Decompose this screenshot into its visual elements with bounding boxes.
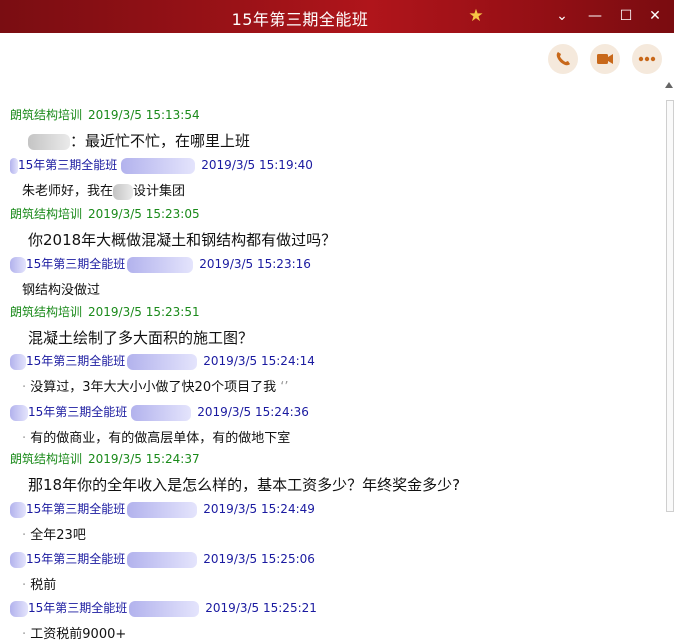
- message-text: ：最近忙不忙，在哪里上班: [28, 130, 250, 151]
- video-icon: [597, 54, 613, 64]
- message-meta: 15年第三期全能班 2019/3/5 15:24:14: [10, 352, 315, 370]
- sender-name: 15年第三期全能班: [28, 601, 128, 615]
- avatar: [10, 353, 26, 370]
- message-time: 2019/3/5 15:13:54: [88, 108, 200, 122]
- message-time: 2019/3/5 15:24:36: [197, 405, 309, 419]
- message-text: 钢结构没做过: [22, 283, 101, 298]
- sender-name: 15年第三期全能班: [26, 552, 126, 566]
- message-text: · 税前: [22, 578, 57, 593]
- phone-call-button[interactable]: [548, 44, 578, 74]
- window-title: 15年第三期全能班: [231, 10, 369, 29]
- message-meta: 朗筑结构培训 2019/3/5 15:23:51: [10, 303, 200, 320]
- message-meta: 朗筑结构培训 2019/3/5 15:13:54: [10, 106, 200, 123]
- sender-name: 15年第三期全能班: [26, 354, 126, 368]
- scrollbar[interactable]: [664, 78, 674, 643]
- message-meta: 15年第三期全能班 2019/3/5 15:23:16: [10, 255, 311, 273]
- message-text: · 全年23吧: [22, 528, 86, 543]
- message-time: 2019/3/5 15:24:49: [203, 502, 315, 516]
- avatar: [10, 157, 18, 174]
- message-meta: 15年第三期全能班 2019/3/5 15:24:36: [10, 403, 309, 421]
- redacted-name: [127, 501, 198, 518]
- avatar: [10, 501, 26, 518]
- message-meta: 15年第三期全能班 2019/3/5 15:19:40: [10, 156, 313, 174]
- message-text: · 工资税前9000+: [22, 627, 127, 642]
- message-meta: 朗筑结构培训 2019/3/5 15:23:05: [10, 205, 200, 222]
- avatar: [10, 404, 28, 421]
- title-bar: 15年第三期全能班 ★ ⌄ — ☐ ✕: [0, 0, 674, 33]
- redacted-name: [28, 133, 70, 150]
- scroll-up-icon[interactable]: [665, 82, 673, 88]
- sender-name: 15年第三期全能班: [18, 158, 118, 172]
- sender-name: 朗筑结构培训: [10, 305, 83, 319]
- message-time: 2019/3/5 15:24:14: [203, 354, 315, 368]
- message-text: 朱老师好，我在 设计集团: [22, 183, 186, 200]
- message-meta: 15年第三期全能班 2019/3/5 15:25:21: [10, 599, 317, 617]
- message-time: 2019/3/5 15:25:06: [203, 552, 315, 566]
- avatar: [10, 551, 26, 568]
- message-time: 2019/3/5 15:25:21: [205, 601, 317, 615]
- message-text: 你2018年大概做混凝土和钢结构都有做过吗？: [28, 231, 337, 249]
- scroll-thumb[interactable]: [666, 100, 674, 512]
- redacted-name: [127, 256, 194, 273]
- phone-icon: [556, 52, 570, 66]
- message-time: 2019/3/5 15:23:05: [88, 207, 200, 221]
- redacted-name: [121, 157, 196, 174]
- message-time: 2019/3/5 15:23:16: [199, 257, 311, 271]
- message-time: 2019/3/5 15:23:51: [88, 305, 200, 319]
- redacted-name: [129, 600, 200, 617]
- redacted-name: [113, 183, 134, 200]
- message-text: 混凝土绘制了多大面积的施工图？: [28, 329, 254, 347]
- redacted-name: [131, 404, 192, 421]
- message-meta: 15年第三期全能班 2019/3/5 15:25:06: [10, 550, 315, 568]
- message-text: 那18年你的全年收入是怎么样的，基本工资多少？年终奖金多少?: [28, 476, 461, 494]
- message-meta: 朗筑结构培训 2019/3/5 15:24:37: [10, 450, 200, 467]
- sender-name: 朗筑结构培训: [10, 452, 83, 466]
- pin-star-icon[interactable]: ★: [466, 6, 486, 26]
- close-button[interactable]: ✕: [645, 6, 665, 26]
- avatar: [10, 600, 28, 617]
- message-time: 2019/3/5 15:19:40: [201, 158, 313, 172]
- avatar: [10, 256, 26, 273]
- video-call-button[interactable]: [590, 44, 620, 74]
- minimize-button[interactable]: —: [585, 6, 605, 26]
- message-time: 2019/3/5 15:24:37: [88, 452, 200, 466]
- sender-name: 15年第三期全能班: [26, 502, 126, 516]
- more-button[interactable]: [632, 44, 662, 74]
- dropdown-icon[interactable]: ⌄: [552, 6, 572, 26]
- sender-name: 朗筑结构培训: [10, 108, 83, 122]
- sender-name: 15年第三期全能班: [26, 257, 126, 271]
- more-icon: [638, 56, 656, 62]
- sender-name: 15年第三期全能班: [28, 405, 128, 419]
- redacted-name: [127, 353, 198, 370]
- message-text: · 没算过，3年大大小小做了快20个项目了我 ‘’: [22, 380, 289, 395]
- sender-name: 朗筑结构培训: [10, 207, 83, 221]
- message-text: · 有的做商业，有的做高层单体，有的做地下室: [22, 431, 291, 446]
- maximize-button[interactable]: ☐: [616, 6, 636, 26]
- redacted-name: [127, 551, 198, 568]
- message-meta: 15年第三期全能班 2019/3/5 15:24:49: [10, 500, 315, 518]
